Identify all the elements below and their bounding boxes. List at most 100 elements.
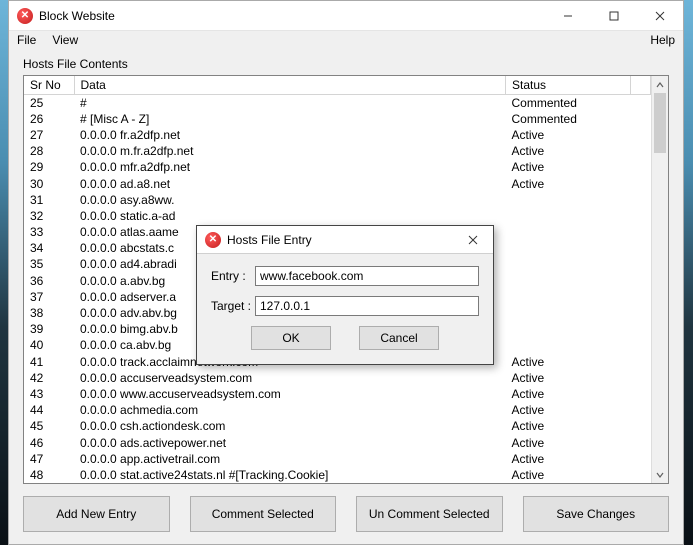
cell-data: 0.0.0.0 mfr.a2dfp.net <box>74 159 506 175</box>
cell-blank <box>631 321 651 337</box>
dialog-close-button[interactable] <box>453 226 493 254</box>
cell-data: 0.0.0.0 www.accuserveadsystem.com <box>74 386 506 402</box>
cell-blank <box>631 386 651 402</box>
table-row[interactable]: 280.0.0.0 m.fr.a2dfp.netActive <box>24 143 651 159</box>
cell-blank <box>631 111 651 127</box>
window-title: Block Website <box>39 9 115 23</box>
table-row[interactable]: 440.0.0.0 achmedia.comActive <box>24 402 651 418</box>
cell-srno: 34 <box>24 240 74 256</box>
cell-blank <box>631 240 651 256</box>
cell-blank <box>631 337 651 353</box>
app-icon: ✕ <box>17 8 33 24</box>
cell-blank <box>631 208 651 224</box>
cell-status: Active <box>506 402 631 418</box>
table-row[interactable]: 480.0.0.0 stat.active24stats.nl #[Tracki… <box>24 467 651 483</box>
cell-status: Active <box>506 354 631 370</box>
table-row[interactable]: 430.0.0.0 www.accuserveadsystem.comActiv… <box>24 386 651 402</box>
minimize-button[interactable] <box>545 1 591 31</box>
col-header-status[interactable]: Status <box>506 76 631 95</box>
cell-srno: 41 <box>24 354 74 370</box>
cell-data: 0.0.0.0 static.a-ad <box>74 208 506 224</box>
uncomment-selected-button[interactable]: Un Comment Selected <box>356 496 503 532</box>
table-row[interactable]: 310.0.0.0 asy.a8ww. <box>24 192 651 208</box>
cell-srno: 38 <box>24 305 74 321</box>
cell-srno: 47 <box>24 451 74 467</box>
entry-input[interactable] <box>255 266 479 286</box>
cell-status: Active <box>506 370 631 386</box>
cell-data: 0.0.0.0 stat.active24stats.nl #[Tracking… <box>74 467 506 483</box>
table-row[interactable]: 300.0.0.0 ad.a8.netActive <box>24 175 651 191</box>
ok-button[interactable]: OK <box>251 326 331 350</box>
scroll-up-arrow[interactable] <box>652 76 668 93</box>
target-input[interactable] <box>255 296 479 316</box>
scroll-down-arrow[interactable] <box>652 466 668 483</box>
scroll-thumb[interactable] <box>654 93 666 153</box>
cell-status: Commented <box>506 111 631 127</box>
cancel-button[interactable]: Cancel <box>359 326 439 350</box>
cell-status: Active <box>506 143 631 159</box>
cell-blank <box>631 159 651 175</box>
cell-blank <box>631 434 651 450</box>
cell-srno: 45 <box>24 418 74 434</box>
cell-blank <box>631 305 651 321</box>
dialog-body: Entry : Target : OK Cancel <box>197 254 493 364</box>
cell-blank <box>631 127 651 143</box>
cell-srno: 32 <box>24 208 74 224</box>
cell-srno: 39 <box>24 321 74 337</box>
cell-status: Active <box>506 418 631 434</box>
maximize-button[interactable] <box>591 1 637 31</box>
save-changes-button[interactable]: Save Changes <box>523 496 670 532</box>
cell-status: Active <box>506 159 631 175</box>
cell-data: 0.0.0.0 app.activetrail.com <box>74 451 506 467</box>
cell-status: Commented <box>506 95 631 111</box>
col-header-data[interactable]: Data <box>74 76 506 95</box>
table-row[interactable]: 450.0.0.0 csh.actiondesk.comActive <box>24 418 651 434</box>
cell-srno: 25 <box>24 95 74 111</box>
close-button[interactable] <box>637 1 683 31</box>
cell-srno: 42 <box>24 370 74 386</box>
dialog-titlebar: ✕ Hosts File Entry <box>197 226 493 254</box>
menu-help[interactable]: Help <box>650 33 675 47</box>
col-header-srno[interactable]: Sr No <box>24 76 74 95</box>
table-row[interactable]: 470.0.0.0 app.activetrail.comActive <box>24 451 651 467</box>
cell-status <box>506 224 631 240</box>
cell-blank <box>631 175 651 191</box>
table-row[interactable]: 320.0.0.0 static.a-ad <box>24 208 651 224</box>
menu-view[interactable]: View <box>52 33 78 47</box>
comment-selected-button[interactable]: Comment Selected <box>190 496 337 532</box>
cell-srno: 28 <box>24 143 74 159</box>
col-header-blank[interactable] <box>631 76 651 95</box>
cell-status <box>506 305 631 321</box>
vertical-scrollbar[interactable] <box>651 76 668 483</box>
table-row[interactable]: 290.0.0.0 mfr.a2dfp.netActive <box>24 159 651 175</box>
menu-file[interactable]: File <box>17 33 36 47</box>
cell-srno: 46 <box>24 434 74 450</box>
scroll-track[interactable] <box>652 93 668 466</box>
titlebar: ✕ Block Website <box>9 1 683 31</box>
add-new-entry-button[interactable]: Add New Entry <box>23 496 170 532</box>
cell-data: 0.0.0.0 achmedia.com <box>74 402 506 418</box>
cell-data: 0.0.0.0 accuserveadsystem.com <box>74 370 506 386</box>
cell-srno: 48 <box>24 467 74 483</box>
cell-blank <box>631 273 651 289</box>
table-row[interactable]: 26# [Misc A - Z]Commented <box>24 111 651 127</box>
cell-srno: 35 <box>24 256 74 272</box>
cell-blank <box>631 354 651 370</box>
cell-data: 0.0.0.0 ads.activepower.net <box>74 434 506 450</box>
menubar: File View Help <box>9 31 683 49</box>
cell-blank <box>631 402 651 418</box>
cell-status: Active <box>506 467 631 483</box>
cell-srno: 36 <box>24 273 74 289</box>
cell-status <box>506 256 631 272</box>
table-header-row: Sr No Data Status <box>24 76 651 95</box>
cell-data: # <box>74 95 506 111</box>
target-label: Target : <box>211 299 255 313</box>
cell-status <box>506 337 631 353</box>
table-row[interactable]: 460.0.0.0 ads.activepower.netActive <box>24 434 651 450</box>
table-row[interactable]: 25#Commented <box>24 95 651 111</box>
cell-blank <box>631 467 651 483</box>
cell-srno: 44 <box>24 402 74 418</box>
table-row[interactable]: 270.0.0.0 fr.a2dfp.netActive <box>24 127 651 143</box>
table-row[interactable]: 420.0.0.0 accuserveadsystem.comActive <box>24 370 651 386</box>
cell-status: Active <box>506 434 631 450</box>
